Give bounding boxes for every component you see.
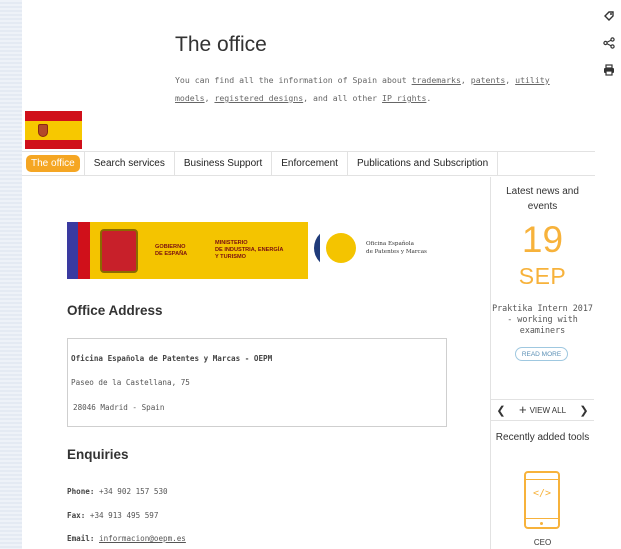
address-line-name: Oficina Española de Patentes y Marcas - … xyxy=(71,354,273,363)
share-icon[interactable] xyxy=(601,35,617,51)
left-background-strip xyxy=(0,0,22,549)
latest-news-heading: Latest news and events xyxy=(506,186,579,212)
news-pager: ❮ + VIEW ALL ❯ xyxy=(491,399,594,421)
intro-separator: , xyxy=(505,75,516,85)
address-line-city: 28046 Madrid - Spain xyxy=(73,403,165,412)
spain-flag xyxy=(25,111,82,149)
recently-added-tools-heading: Recently added tools xyxy=(495,432,590,443)
phone-value: +34 902 157 530 xyxy=(99,487,168,496)
intro-text: You can find all the information of Spai… xyxy=(175,71,585,107)
tab-label: The office xyxy=(26,155,80,172)
government-logo: GOBIERNO DE ESPAÑA MINISTERIO DE INDUSTR… xyxy=(67,222,308,279)
coat-of-arms-icon xyxy=(100,228,138,273)
email-link[interactable]: informacion@oepm.es xyxy=(99,534,186,543)
plus-icon: + xyxy=(518,402,527,417)
main-navigation: The office Search services Business Supp… xyxy=(22,151,595,176)
tool-name[interactable]: CEO xyxy=(491,538,594,547)
gobierno-text: GOBIERNO DE ESPAÑA xyxy=(155,243,188,257)
ministerio-text: MINISTERIO DE INDUSTRIA, ENERGÍA Y TURIS… xyxy=(215,240,284,260)
tab-business-support[interactable]: Business Support xyxy=(175,151,273,176)
intro-middle: , and all other xyxy=(303,93,383,103)
link-registered-designs[interactable]: registered designs xyxy=(214,93,303,103)
tab-enforcement[interactable]: Enforcement xyxy=(272,151,348,176)
read-more-button[interactable]: READ MORE xyxy=(515,347,568,361)
fax-value: +34 913 495 597 xyxy=(89,511,159,520)
view-all-button[interactable]: + VIEW ALL xyxy=(518,402,567,417)
office-address-heading: Office Address xyxy=(67,303,163,318)
phone-line: Phone: +34 902 157 530 xyxy=(67,487,168,496)
email-label: Email: xyxy=(67,534,95,543)
intro-prefix: You can find all the information of Spai… xyxy=(175,75,412,85)
tab-publications-and-subscription[interactable]: Publications and Subscription xyxy=(348,151,499,176)
page-container: The office You can find all the informat… xyxy=(22,0,595,549)
intro-separator: , xyxy=(204,93,215,103)
address-line-street: Paseo de la Castellana, 75 xyxy=(71,378,190,387)
tab-search-services[interactable]: Search services xyxy=(85,151,175,176)
intro-suffix: . xyxy=(426,93,432,103)
page-title: The office xyxy=(175,33,267,56)
print-icon[interactable] xyxy=(601,62,617,78)
tab-the-office[interactable]: The office xyxy=(22,151,85,176)
main-content: GOBIERNO DE ESPAÑA MINISTERIO DE INDUSTR… xyxy=(22,177,490,549)
coat-of-arms-icon xyxy=(38,123,48,137)
link-patents[interactable]: patents xyxy=(471,75,506,85)
link-trademarks[interactable]: trademarks xyxy=(412,75,461,85)
tag-icon[interactable] xyxy=(601,8,617,24)
chevron-left-icon[interactable]: ❮ xyxy=(494,404,508,417)
office-address-box: Oficina Española de Patentes y Marcas - … xyxy=(67,338,447,427)
side-toolbar xyxy=(596,8,621,78)
view-all-label: VIEW ALL xyxy=(529,405,567,415)
mobile-code-icon[interactable]: </> xyxy=(524,471,560,529)
link-ip-rights[interactable]: IP rights xyxy=(382,93,426,103)
oepm-mark-icon xyxy=(314,228,356,268)
event-day: 19 xyxy=(521,219,564,260)
fax-label: Fax: xyxy=(67,511,86,520)
chevron-right-icon[interactable]: ❯ xyxy=(577,404,591,417)
sidebar: Latest news and events 19 SEP Praktika I… xyxy=(490,177,594,549)
oepm-logo-text: Oficina Española de Patentes y Marcas xyxy=(366,241,427,255)
email-line: Email: informacion@oepm.es xyxy=(67,534,186,543)
phone-label: Phone: xyxy=(67,487,95,496)
oepm-logo: Oficina Española de Patentes y Marcas xyxy=(314,228,427,268)
event-title[interactable]: Praktika Intern 2017 - working with exam… xyxy=(491,303,594,336)
fax-line: Fax: +34 913 495 597 xyxy=(67,511,158,520)
enquiries-heading: Enquiries xyxy=(67,447,129,462)
event-month: SEP xyxy=(518,263,567,289)
intro-separator: , xyxy=(460,75,471,85)
